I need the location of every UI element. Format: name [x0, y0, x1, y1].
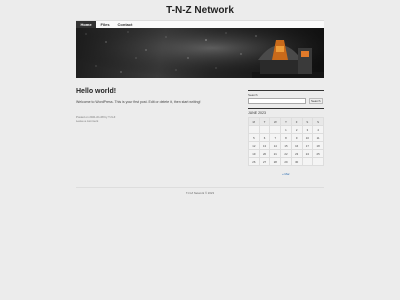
calendar-day: 28 [269, 157, 282, 166]
site-title[interactable]: T-N-Z Network [0, 5, 400, 16]
calendar-day-header: S [312, 117, 324, 126]
calendar-day: 2 [290, 125, 303, 134]
calendar-table: M T W T F S S 1 2 3 4 5 6 7 8 9 10 11 12… [248, 117, 324, 166]
calendar-day: 16 [290, 141, 303, 150]
calendar-day: 24 [301, 149, 314, 158]
calendar-day: 11 [312, 133, 324, 142]
calendar-day-header: F [290, 117, 303, 126]
observatory-dome-icon [76, 28, 324, 78]
header-image [76, 28, 324, 78]
search-button[interactable]: Search [309, 98, 323, 104]
calendar-day: 21 [269, 149, 282, 158]
calendar-day: 15 [280, 141, 292, 150]
comment-link[interactable]: Leave a comment [76, 119, 115, 123]
calendar-day: 27 [258, 157, 271, 166]
calendar-day [301, 157, 314, 166]
calendar-day: 23 [290, 149, 303, 158]
search-label: Search [248, 93, 258, 97]
sidebar: Search Search JUNE 2023 M T W T F S S 1 … [248, 90, 324, 166]
calendar-day: 14 [269, 141, 282, 150]
calendar-day-header: M [248, 117, 260, 126]
calendar-day: 29 [280, 157, 292, 166]
post-meta: Posted on 2021-01-08 by T-N-Z Leave a co… [76, 115, 115, 123]
post-text: Welcome to WordPress. This is your first… [76, 100, 201, 104]
post-title[interactable]: Hello world! [76, 88, 236, 95]
calendar-day: 12 [248, 141, 260, 150]
calendar-day: 9 [290, 133, 303, 142]
calendar-day: 7 [269, 133, 282, 142]
footer-text: T-N-Z Network © 2023 [185, 191, 215, 195]
sidebar-divider [248, 90, 324, 91]
calendar-day: 26 [248, 157, 260, 166]
calendar-day: 1 [280, 125, 292, 134]
calendar-day: 4 [312, 125, 324, 134]
calendar-day-header: W [269, 117, 282, 126]
calendar-day-header: S [301, 117, 314, 126]
search-form: Search [248, 98, 324, 104]
calendar-day: 30 [290, 157, 303, 166]
calendar-day: 20 [258, 149, 271, 158]
calendar-day: 18 [312, 141, 324, 150]
calendar-day: 17 [301, 141, 314, 150]
calendar-day: 8 [280, 133, 292, 142]
sidebar-divider [248, 108, 324, 109]
calendar-day-header: T [258, 117, 271, 126]
calendar-day: 25 [312, 149, 324, 158]
footer-divider [76, 187, 324, 188]
calendar-day: 6 [258, 133, 271, 142]
search-input[interactable] [248, 98, 306, 104]
calendar-day: 22 [280, 149, 292, 158]
calendar-day [258, 125, 271, 134]
calendar-day [269, 125, 282, 134]
calendar-day: 10 [301, 133, 314, 142]
post: Hello world! Welcome to WordPress. This … [76, 84, 236, 104]
calendar-day: 3 [301, 125, 314, 134]
calendar-day [312, 157, 324, 166]
calendar-day: 19 [248, 149, 260, 158]
calendar-day: 5 [248, 133, 260, 142]
calendar-title: JUNE 2023 [248, 111, 266, 115]
calendar-day-header: T [280, 117, 292, 126]
calendar-prev-link[interactable]: « Mar [282, 172, 290, 176]
calendar-day: 13 [258, 141, 271, 150]
calendar-day [248, 125, 260, 134]
